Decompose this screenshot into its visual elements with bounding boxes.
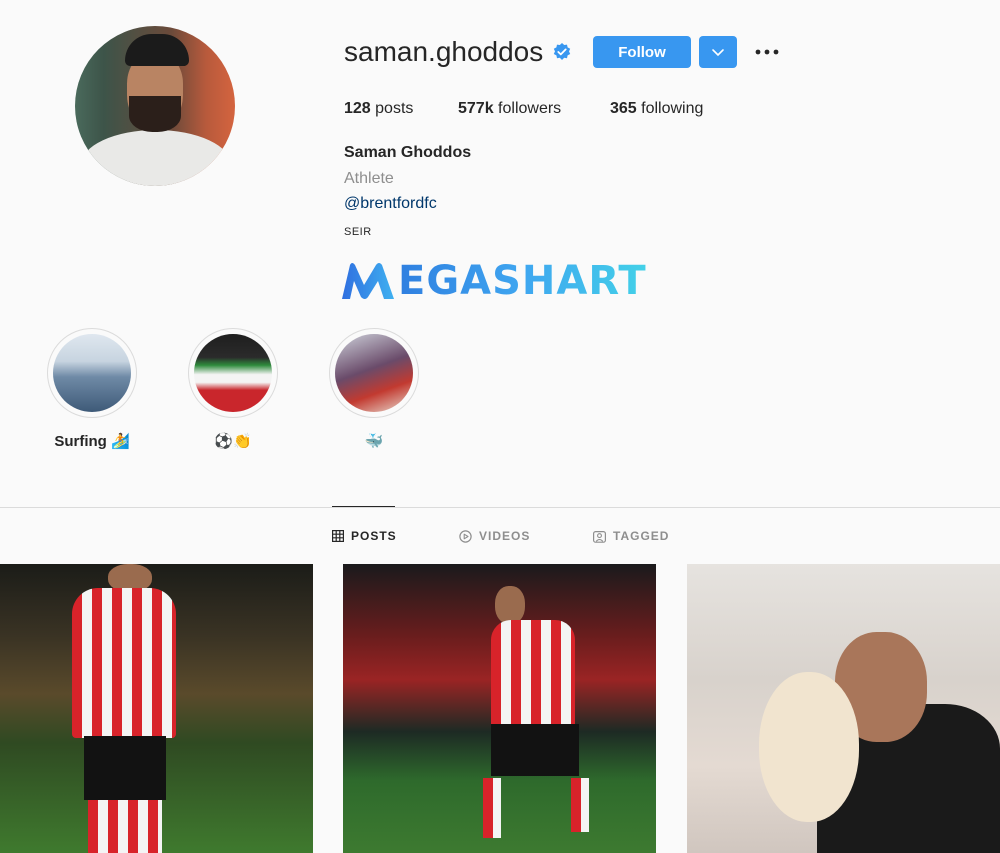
highlight-whale[interactable]: 🐳 (329, 328, 419, 450)
profile-avatar[interactable] (75, 26, 235, 186)
highlight-label: 🐳 (364, 433, 384, 450)
player-shorts (84, 736, 166, 800)
highlight-football[interactable]: ⚽️👏 (188, 328, 278, 450)
followers-count-label: followers (493, 100, 562, 117)
followers-link[interactable]: 577k followers (458, 100, 561, 118)
verified-badge-icon (553, 43, 571, 60)
tab-tagged-label: TAGGED (613, 529, 670, 543)
highlight-ring (188, 328, 278, 418)
highlight-thumbnail (53, 334, 131, 412)
following-count-label: following (636, 100, 704, 117)
play-circle-icon (459, 529, 472, 543)
player-socks (571, 778, 589, 832)
chevron-down-icon (712, 49, 724, 57)
highlight-label: ⚽️👏 (214, 433, 252, 450)
username: saman.ghoddos (344, 36, 544, 67)
post-thumbnail[interactable] (0, 564, 313, 853)
following-link[interactable]: 365 following (610, 100, 703, 118)
followers-count-value: 577k (458, 100, 494, 117)
highlight-ring (329, 328, 419, 418)
mention-link[interactable]: @brentfordfc (344, 195, 437, 213)
suggested-dropdown-button[interactable] (699, 36, 737, 68)
player-shorts (491, 724, 579, 776)
avatar-cap (125, 34, 189, 66)
player-socks (483, 778, 501, 838)
profile-category: Athlete (344, 170, 394, 187)
following-count-value: 365 (610, 100, 637, 117)
tab-tagged[interactable]: TAGGED (593, 529, 669, 543)
player-socks (88, 800, 162, 853)
avatar-shirt (81, 130, 231, 186)
megashart-logo-text: EGASHART (398, 258, 647, 304)
tagged-user-icon (593, 530, 606, 543)
highlight-label: Surfing 🏄 (54, 433, 130, 450)
bio-text: SEIR (344, 226, 372, 238)
posts-count-label: posts (370, 100, 414, 117)
highlight-thumbnail (194, 334, 272, 412)
player-head (495, 586, 525, 624)
megashart-logo: EGASHART (340, 258, 647, 304)
tab-videos-label: VIDEOS (479, 529, 531, 543)
tab-posts-label: POSTS (351, 529, 397, 543)
highlight-surfing[interactable]: Surfing 🏄 (47, 328, 137, 450)
highlight-thumbnail (335, 334, 413, 412)
highlight-ring (47, 328, 137, 418)
post-thumbnail[interactable] (343, 564, 656, 853)
player-shirt (72, 588, 176, 738)
posts-count-value: 128 (344, 100, 371, 117)
tab-posts[interactable]: POSTS (332, 529, 397, 543)
full-name: Saman Ghoddos (344, 144, 472, 161)
dog (759, 672, 859, 822)
avatar-beard (129, 96, 181, 132)
follow-button[interactable]: Follow (593, 36, 691, 68)
grid-icon (332, 530, 344, 542)
post-thumbnail[interactable] (687, 564, 1000, 853)
player-shirt (491, 620, 575, 730)
tab-videos[interactable]: VIDEOS (459, 529, 530, 543)
tabs-divider (0, 507, 1000, 508)
more-dots-icon (755, 49, 779, 55)
more-options-button[interactable] (752, 40, 782, 64)
posts-count: 128 posts (344, 100, 413, 118)
active-tab-indicator (332, 506, 395, 507)
megashart-m-icon (342, 263, 394, 299)
